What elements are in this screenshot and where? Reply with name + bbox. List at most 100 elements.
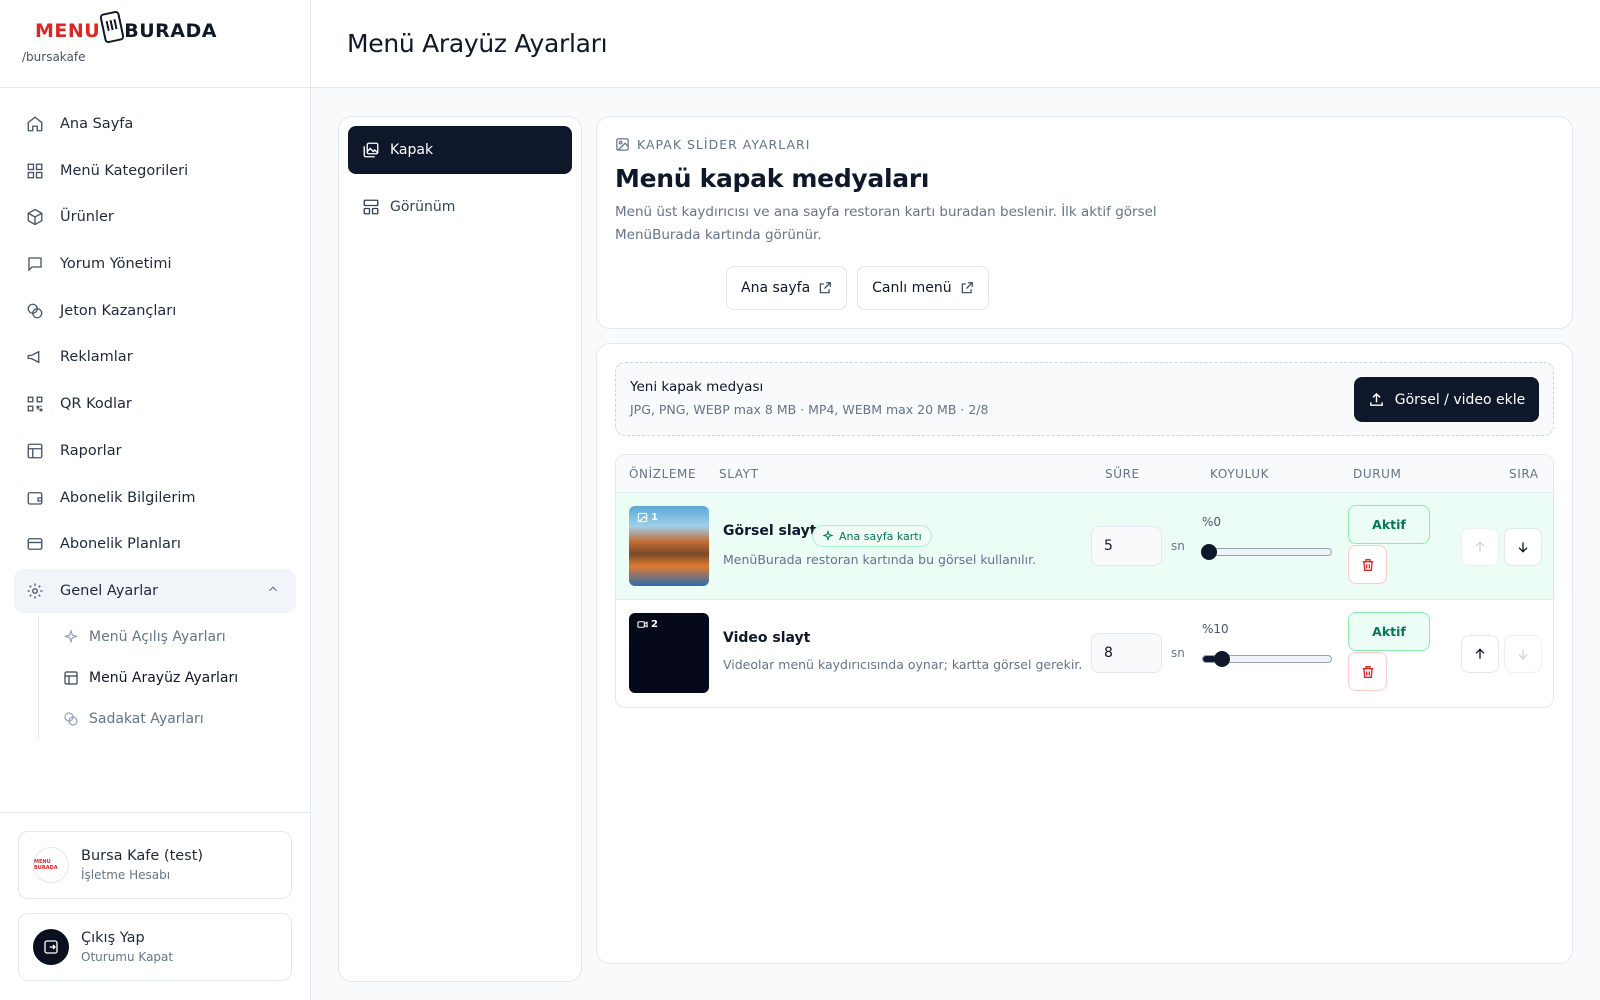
sidebar-subitem-label: Menü Arayüz Ayarları	[89, 670, 239, 687]
table-row: 1 Görsel slayt Ana sayfa kartı MenüBurad…	[616, 493, 1553, 600]
col-header-preview: ÖNİZLEME	[629, 467, 697, 481]
eyebrow-label: KAPAK SLİDER AYARLARI	[637, 137, 811, 152]
slide-thumbnail[interactable]: 2	[629, 613, 709, 693]
arrow-up-icon	[1475, 541, 1485, 552]
sidebar-subitem-sadakat[interactable]: Sadakat Ayarları	[63, 699, 296, 740]
section-eyebrow: KAPAK SLİDER AYARLARI	[615, 137, 1554, 152]
layout-icon	[362, 198, 380, 216]
add-media-button[interactable]: Görsel / video ekle	[1354, 377, 1539, 422]
coins-icon	[63, 711, 79, 727]
video-badge: 2	[637, 619, 658, 630]
darkness-slider[interactable]	[1201, 544, 1332, 560]
sidebar-item-label: Menü Kategorileri	[60, 162, 189, 179]
slide-thumbnail[interactable]: 1	[629, 506, 709, 586]
darkness-slider[interactable]	[1202, 651, 1332, 667]
sidebar-subitem-menu-acilis[interactable]: Menü Açılış Ayarları	[63, 617, 296, 658]
home-page-link[interactable]: Ana sayfa	[726, 266, 848, 310]
arrow-up-icon	[1475, 648, 1485, 659]
brand: MENU BURADA /bursakafe	[0, 0, 310, 88]
sidebar-item-yorum-yonetimi[interactable]: Yorum Yönetimi	[14, 242, 296, 286]
table-header: ÖNİZLEME SLAYT SÜRE KOYULUK DURUM SIRA	[616, 455, 1553, 493]
megaphone-icon	[26, 348, 44, 366]
sidebar-item-reklamlar[interactable]: Reklamlar	[14, 335, 296, 379]
sidebar-item-label: Genel Ayarlar	[60, 582, 159, 599]
grid-icon	[26, 162, 44, 180]
status-toggle[interactable]: Aktif	[1348, 505, 1430, 544]
coins-icon	[26, 302, 44, 320]
delete-button[interactable]	[1348, 545, 1387, 584]
move-up-button[interactable]	[1461, 528, 1499, 566]
delete-button[interactable]	[1348, 652, 1387, 691]
chevron-up-icon[interactable]	[266, 582, 280, 600]
slide-title: Görsel slayt	[723, 523, 817, 539]
move-up-button[interactable]	[1461, 635, 1499, 673]
cover-media-card: Yeni kapak medyası JPG, PNG, WEBP max 8 …	[596, 343, 1573, 964]
settings-tabs: Kapak Görünüm	[338, 116, 582, 982]
section-title: Menü kapak medyaları	[615, 164, 930, 193]
video-icon	[637, 621, 648, 628]
sidebar-item-label: Ana Sayfa	[60, 116, 134, 132]
tab-label: Kapak	[390, 142, 434, 158]
arrow-down-icon	[1518, 542, 1528, 553]
cover-info-card: KAPAK SLİDER AYARLARI Menü kapak medyala…	[596, 116, 1573, 329]
sidebar-item-abonelik-planlari[interactable]: Abonelik Planları	[14, 522, 296, 566]
logo[interactable]: MENU BURADA	[35, 10, 310, 44]
duration-input[interactable]: 5	[1091, 526, 1162, 566]
sidebar-subitem-menu-arayuz[interactable]: Menü Arayüz Ayarları	[63, 658, 296, 699]
status-toggle[interactable]: Aktif	[1348, 612, 1430, 651]
sidebar-item-qr-kodlar[interactable]: QR Kodlar	[14, 382, 296, 426]
account-name: Bursa Kafe (test)	[81, 848, 204, 864]
sidebar-item-label: Jeton Kazançları	[60, 302, 177, 319]
slider-handle[interactable]	[1201, 544, 1217, 560]
account-card[interactable]: MENU BURADA Bursa Kafe (test) İşletme He…	[18, 831, 292, 899]
live-menu-link[interactable]: Canlı menü	[857, 266, 989, 310]
duration-input[interactable]: 8	[1091, 633, 1162, 673]
logout-sub: Oturumu Kapat	[81, 950, 174, 964]
move-down-button[interactable]	[1504, 528, 1542, 566]
slide-index: 2	[651, 619, 658, 630]
sidebar-item-label: Raporlar	[60, 442, 122, 459]
col-header-slide: SLAYT	[719, 467, 759, 481]
gear-icon	[26, 582, 44, 600]
home-icon	[26, 115, 44, 133]
external-link-icon	[818, 281, 832, 295]
sidebar-item-genel-ayarlar[interactable]: Genel Ayarlar	[14, 568, 296, 613]
phone-qr-icon	[99, 10, 126, 44]
sidebar-item-jeton-kazanclari[interactable]: Jeton Kazançları	[14, 289, 296, 333]
sidebar-item-urunler[interactable]: Ürünler	[14, 195, 296, 239]
logo-text-left: MENU	[35, 20, 101, 42]
slider-handle[interactable]	[1213, 651, 1230, 667]
tab-gorunum[interactable]: Görünüm	[348, 183, 572, 231]
report-icon	[26, 442, 44, 460]
wallet-icon	[26, 489, 44, 507]
sidebar-item-ana-sayfa[interactable]: Ana Sayfa	[14, 102, 296, 146]
col-header-darkness: KOYULUK	[1210, 467, 1270, 481]
logo-text-right: BURADA	[124, 20, 217, 42]
sidebar-item-abonelik-bilgilerim[interactable]: Abonelik Bilgilerim	[14, 476, 296, 520]
tab-label: Görünüm	[390, 199, 456, 215]
business-slug: /bursakafe	[22, 50, 86, 64]
sidebar-item-label: QR Kodlar	[60, 396, 132, 413]
sidebar-item-menu-kategorileri[interactable]: Menü Kategorileri	[14, 149, 296, 193]
add-media-label: Görsel / video ekle	[1394, 391, 1526, 408]
upload-icon	[1368, 391, 1385, 408]
sidebar-item-label: Abonelik Planları	[60, 536, 181, 553]
tab-kapak[interactable]: Kapak	[348, 126, 572, 174]
logout-button[interactable]: Çıkış Yap Oturumu Kapat	[18, 913, 292, 981]
upload-dropzone[interactable]: Yeni kapak medyası JPG, PNG, WEBP max 8 …	[615, 362, 1554, 436]
sidebar-item-label: Ürünler	[60, 209, 114, 226]
sidebar-item-label: Abonelik Bilgilerim	[60, 489, 196, 506]
sidebar: MENU BURADA /bursakafe Ana Sayfa Menü Ka…	[0, 0, 311, 1000]
card-icon	[26, 535, 44, 553]
page-title: Menü Arayüz Ayarları	[347, 29, 608, 58]
sidebar-subitem-label: Menü Açılış Ayarları	[89, 629, 226, 646]
col-header-order: SIRA	[1509, 467, 1539, 481]
move-down-button[interactable]	[1504, 635, 1542, 673]
sidebar-item-raporlar[interactable]: Raporlar	[14, 429, 296, 473]
arrow-down-icon	[1518, 649, 1528, 660]
image-icon	[615, 137, 630, 152]
home-card-badge: Ana sayfa kartı	[812, 525, 932, 547]
sidebar-item-label: Reklamlar	[60, 349, 133, 366]
link-label: Ana sayfa	[741, 280, 811, 296]
slide-index: 1	[651, 512, 658, 523]
